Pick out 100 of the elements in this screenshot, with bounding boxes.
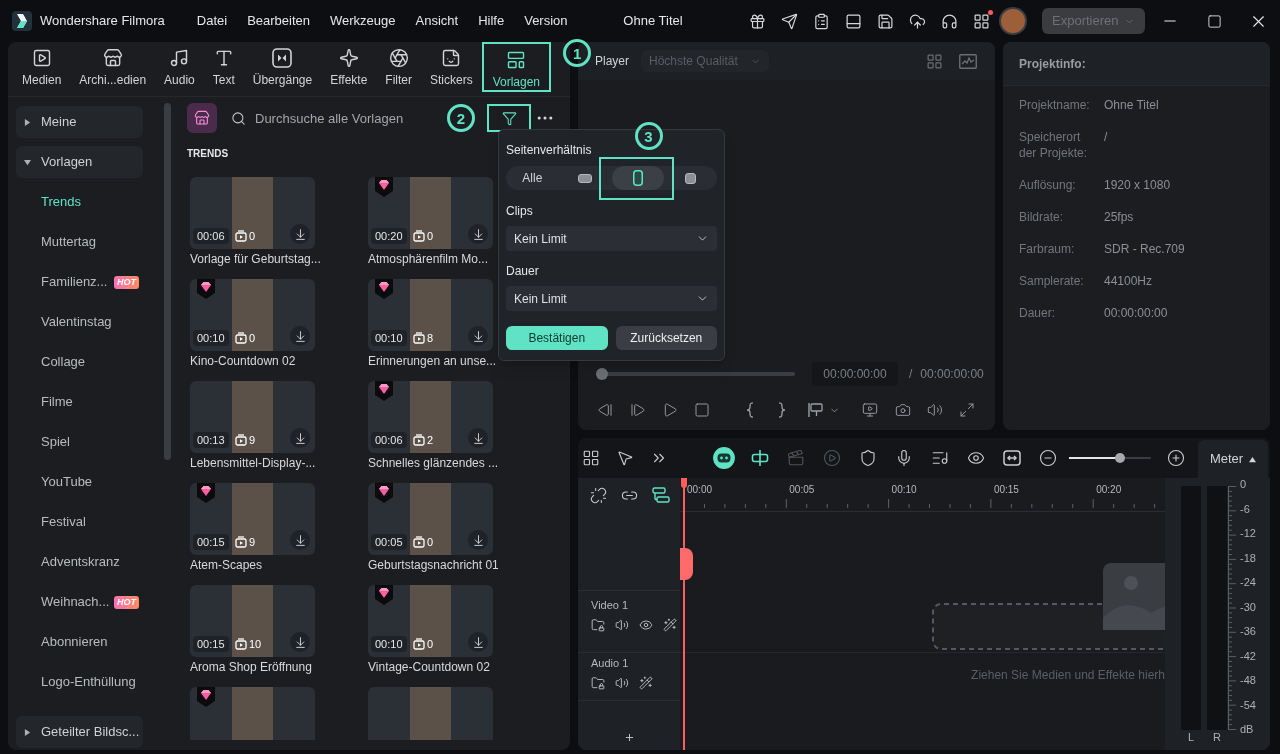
lock-folder-icon[interactable] bbox=[591, 676, 605, 690]
category-item[interactable]: Muttertag bbox=[16, 222, 143, 262]
template-card[interactable]: 00:20 0 bbox=[368, 177, 493, 249]
robot-icon[interactable] bbox=[713, 447, 735, 469]
add-track-icon[interactable] bbox=[623, 732, 635, 743]
confirm-button[interactable]: Bestätigen bbox=[506, 326, 608, 350]
zoom-in-icon[interactable] bbox=[1167, 449, 1185, 467]
meter-tab[interactable]: Meter bbox=[1198, 440, 1268, 478]
category-item[interactable]: Festival bbox=[16, 502, 143, 542]
download-icon[interactable] bbox=[468, 326, 488, 346]
store-button[interactable] bbox=[187, 103, 217, 133]
speaker-icon[interactable] bbox=[615, 676, 629, 690]
previous-frame-icon[interactable] bbox=[597, 402, 613, 418]
category-item[interactable]: Collage bbox=[16, 342, 143, 382]
media-tab[interactable]: Stickers bbox=[421, 42, 482, 92]
reset-button[interactable]: Zurücksetzen bbox=[615, 326, 717, 350]
marker-sign-icon[interactable] bbox=[807, 402, 823, 418]
menu-item[interactable]: Bearbeiten bbox=[237, 7, 320, 35]
avatar[interactable] bbox=[1001, 9, 1025, 33]
apps-grid-icon[interactable] bbox=[972, 12, 990, 30]
speaker-icon[interactable] bbox=[927, 402, 943, 418]
download-icon[interactable] bbox=[290, 530, 310, 550]
category-group[interactable]: Vorlagen bbox=[16, 146, 143, 178]
next-frame-icon[interactable] bbox=[630, 402, 646, 418]
download-icon[interactable] bbox=[468, 632, 488, 652]
magic-wand-icon[interactable] bbox=[663, 618, 677, 632]
template-card[interactable] bbox=[190, 687, 315, 740]
magic-wand-icon[interactable] bbox=[639, 676, 653, 690]
download-icon[interactable] bbox=[290, 632, 310, 652]
media-tab[interactable]: Archi...edien bbox=[70, 42, 156, 92]
chart-frame-icon[interactable] bbox=[959, 53, 977, 69]
category-item[interactable]: Trends bbox=[16, 182, 143, 222]
aspect-option[interactable] bbox=[611, 166, 665, 190]
progress-thumb[interactable] bbox=[596, 368, 608, 380]
duration-dropdown[interactable]: Kein Limit bbox=[506, 286, 717, 311]
template-card[interactable]: 00:05 0 bbox=[368, 483, 493, 555]
category-item[interactable]: Abonnieren bbox=[16, 622, 143, 662]
media-tab[interactable]: Übergänge bbox=[243, 42, 322, 92]
camera-icon[interactable] bbox=[895, 402, 911, 418]
category-item[interactable]: Logo-Enthüllung bbox=[16, 662, 143, 702]
template-card[interactable]: 00:13 9 bbox=[190, 381, 315, 453]
microphone-icon[interactable] bbox=[895, 449, 913, 467]
layout-grid-icon[interactable] bbox=[582, 449, 600, 467]
headset-icon[interactable] bbox=[940, 12, 958, 30]
clipboard-list-icon[interactable] bbox=[812, 12, 830, 30]
template-card[interactable]: 00:10 0 bbox=[368, 585, 493, 657]
category-group[interactable]: Geteilter Bildsc... bbox=[16, 716, 143, 748]
fit-width-icon[interactable] bbox=[1003, 449, 1021, 467]
media-tab[interactable]: Filter bbox=[376, 42, 421, 92]
save-icon[interactable] bbox=[876, 12, 894, 30]
category-item[interactable]: Filme bbox=[16, 382, 143, 422]
menu-item[interactable]: Datei bbox=[186, 7, 238, 35]
stacked-bars-icon[interactable] bbox=[652, 487, 670, 503]
template-card[interactable]: 00:06 0 bbox=[190, 177, 315, 249]
download-icon[interactable] bbox=[290, 224, 310, 244]
category-item[interactable]: Familienz... HOT bbox=[16, 262, 143, 302]
zoom-slider-thumb[interactable] bbox=[1114, 453, 1125, 463]
download-icon[interactable] bbox=[290, 428, 310, 448]
media-tab[interactable]: Vorlagen bbox=[481, 42, 552, 92]
grid-view-icon[interactable] bbox=[926, 52, 943, 70]
download-icon[interactable] bbox=[468, 224, 488, 244]
music-list-icon[interactable] bbox=[931, 449, 949, 467]
brace-close-icon[interactable] bbox=[778, 402, 786, 418]
cloud-upload-icon[interactable] bbox=[908, 12, 926, 30]
play-icon[interactable] bbox=[662, 402, 678, 418]
template-card[interactable]: 00:15 10 bbox=[190, 585, 315, 657]
maximize-icon[interactable] bbox=[1206, 13, 1222, 29]
menu-item[interactable]: Hilfe bbox=[468, 7, 515, 35]
menu-item[interactable]: Ansicht bbox=[405, 7, 469, 35]
zoom-out-icon[interactable] bbox=[1039, 449, 1057, 467]
aspect-option[interactable]: Alle bbox=[506, 166, 559, 190]
download-icon[interactable] bbox=[468, 428, 488, 448]
scrollbar-thumb[interactable] bbox=[164, 103, 171, 460]
stop-icon[interactable] bbox=[694, 402, 710, 418]
category-group[interactable]: Meine bbox=[16, 106, 143, 138]
gift-icon[interactable] bbox=[748, 12, 766, 30]
template-card[interactable]: 00:10 0 bbox=[190, 279, 315, 351]
clips-dropdown[interactable]: Kein Limit bbox=[506, 226, 717, 251]
menu-item[interactable]: Werkzeuge bbox=[320, 7, 406, 35]
fullscreen-icon[interactable] bbox=[959, 402, 975, 418]
lock-folder-icon[interactable] bbox=[591, 618, 605, 632]
shield-icon[interactable] bbox=[859, 449, 877, 467]
category-item[interactable]: Valentinstag bbox=[16, 302, 143, 342]
template-card[interactable]: 00:10 8 bbox=[368, 279, 493, 351]
template-card[interactable]: 00:06 2 bbox=[368, 381, 493, 453]
download-icon[interactable] bbox=[468, 530, 488, 550]
category-item[interactable]: Adventskranz bbox=[16, 542, 143, 582]
template-card[interactable]: 00:15 9 bbox=[190, 483, 315, 555]
pointer-icon[interactable] bbox=[616, 449, 634, 467]
menu-item[interactable]: Version bbox=[514, 7, 578, 35]
brace-open-icon[interactable] bbox=[746, 402, 754, 418]
media-tab[interactable]: Effekte bbox=[321, 42, 377, 92]
paper-plane-icon[interactable] bbox=[780, 12, 798, 30]
category-item[interactable]: YouTube bbox=[16, 462, 143, 502]
unlink-icon[interactable] bbox=[590, 486, 607, 504]
media-tab[interactable]: Text bbox=[203, 42, 244, 92]
eye-icon[interactable] bbox=[639, 618, 653, 632]
split-clip-icon[interactable] bbox=[751, 449, 769, 467]
category-item[interactable]: Weihnach... HOT bbox=[16, 582, 143, 622]
eye-icon[interactable] bbox=[967, 449, 985, 467]
